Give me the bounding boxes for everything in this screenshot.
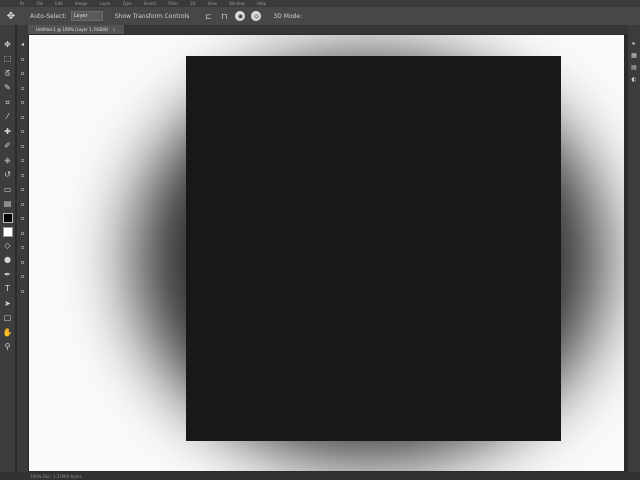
- tool-option-icon[interactable]: ▫: [19, 68, 27, 79]
- clone-stamp-tool-icon[interactable]: ⎈: [2, 155, 14, 166]
- dodge-tool-icon[interactable]: ●: [2, 255, 14, 266]
- menu-view[interactable]: View: [208, 1, 218, 6]
- close-icon[interactable]: ×: [112, 27, 115, 32]
- document-title: Untitled-1 @ 100% (Layer 1, RGB/8): [36, 27, 109, 32]
- marquee-tool-icon[interactable]: ⬚: [2, 54, 14, 65]
- status-bar: 100% Doc: 1.37M/0 bytes: [0, 472, 640, 480]
- auto-select-dropdown[interactable]: Layer: [70, 11, 103, 21]
- black-square-layer: [186, 56, 561, 441]
- tool-option-icon[interactable]: ▫: [19, 228, 27, 239]
- document-canvas[interactable]: [29, 35, 624, 471]
- tool-option-icon[interactable]: ◂: [19, 39, 27, 50]
- path-selection-tool-icon[interactable]: ➤: [2, 298, 14, 309]
- tool-option-icon[interactable]: ▫: [19, 83, 27, 94]
- move-tool-icon[interactable]: ✥: [4, 9, 18, 23]
- tool-option-icon[interactable]: ▫: [19, 213, 27, 224]
- pen-tool-icon[interactable]: ✒: [2, 269, 14, 280]
- menu-3d[interactable]: 3D: [190, 1, 196, 6]
- tool-option-icon[interactable]: ▫: [19, 257, 27, 268]
- align-right-icon[interactable]: ◉: [235, 11, 246, 21]
- type-tool-icon[interactable]: T: [2, 284, 14, 295]
- tools-panel: ✥ ⬚ ᘔ ✎ ⌗ ⁄ ✚ ✐ ⎈ ↺ ▭ ▤ ◇ ● ✒ T ➤ ▢ ✋ ⚲: [0, 25, 16, 472]
- menu-filter[interactable]: Filter: [168, 1, 178, 6]
- eraser-tool-icon[interactable]: ▭: [2, 184, 14, 195]
- gradient-tool-icon[interactable]: ▤: [2, 199, 14, 210]
- tool-option-icon[interactable]: ▫: [19, 155, 27, 166]
- tool-options-column: ◂ ▫ ▫ ▫ ▫ ▫ ▫ ▫ ▫ ▫ ▫ ▫ ▫ ▫ ▫ ▫ ▫ ▫: [17, 25, 28, 472]
- tool-option-icon[interactable]: ▫: [19, 126, 27, 137]
- tool-option-icon[interactable]: ▫: [19, 170, 27, 181]
- tool-option-icon[interactable]: ▫: [19, 242, 27, 253]
- brush-tool-icon[interactable]: ✐: [2, 141, 14, 152]
- document-tab[interactable]: Untitled-1 @ 100% (Layer 1, RGB/8) ×: [28, 25, 124, 34]
- status-text: 100% Doc: 1.37M/0 bytes: [30, 473, 82, 479]
- tool-option-icon[interactable]: ▫: [19, 271, 27, 282]
- menu-window[interactable]: Window: [229, 1, 245, 6]
- adjustments-icon[interactable]: ◐: [630, 75, 638, 83]
- menu-image[interactable]: Image: [75, 1, 88, 6]
- tool-option-icon[interactable]: ▫: [19, 141, 27, 152]
- menu-file[interactable]: File: [36, 1, 43, 6]
- lasso-tool-icon[interactable]: ᘔ: [2, 68, 14, 79]
- options-bar: ✥ Auto-Select: Layer Show Transform Cont…: [0, 7, 640, 25]
- auto-select-label: Auto-Select:: [30, 12, 67, 20]
- align-center-icon[interactable]: ⊓: [219, 11, 229, 21]
- foreground-color-swatch[interactable]: [2, 213, 13, 223]
- photoshop-window: Ps File Edit Image Layer Type Select Fil…: [0, 0, 640, 480]
- distribute-icon[interactable]: ◎: [251, 11, 262, 21]
- history-icon[interactable]: ▦: [630, 51, 638, 59]
- menu-type[interactable]: Type: [123, 1, 132, 6]
- menu-edit[interactable]: Edit: [55, 1, 63, 6]
- healing-brush-tool-icon[interactable]: ✚: [2, 126, 14, 137]
- menu-bar: Ps File Edit Image Layer Type Select Fil…: [0, 0, 640, 7]
- tool-option-icon[interactable]: ▫: [19, 54, 27, 65]
- menu-select[interactable]: Select: [144, 1, 156, 6]
- tool-option-icon[interactable]: ▫: [19, 199, 27, 210]
- tool-option-icon[interactable]: ▫: [19, 286, 27, 297]
- panel-collapse-icon[interactable]: ▸: [630, 39, 638, 47]
- tool-option-icon[interactable]: ▫: [19, 112, 27, 123]
- shape-tool-icon[interactable]: ▢: [2, 313, 14, 324]
- menu-ps[interactable]: Ps: [20, 1, 24, 6]
- quick-select-tool-icon[interactable]: ✎: [2, 83, 14, 94]
- zoom-tool-icon[interactable]: ⚲: [2, 342, 14, 353]
- 3d-mode-label: 3D Mode:: [273, 12, 303, 20]
- tool-option-icon[interactable]: ▫: [19, 97, 27, 108]
- hand-tool-icon[interactable]: ✋: [2, 327, 14, 338]
- move-tool-icon[interactable]: ✥: [2, 39, 14, 50]
- tool-option-icon[interactable]: ▫: [19, 184, 27, 195]
- right-panel-dock: ▸ ▦ ▤ ◐: [628, 25, 640, 472]
- align-left-icon[interactable]: ⊏: [203, 11, 213, 21]
- blur-tool-icon[interactable]: ◇: [2, 240, 14, 251]
- properties-icon[interactable]: ▤: [630, 63, 638, 71]
- eyedropper-tool-icon[interactable]: ⁄: [2, 112, 14, 123]
- menu-help[interactable]: Help: [257, 1, 266, 6]
- menu-layer[interactable]: Layer: [99, 1, 110, 6]
- document-tab-bar: Untitled-1 @ 100% (Layer 1, RGB/8) ×: [28, 25, 628, 34]
- transform-controls-label[interactable]: Show Transform Controls: [115, 13, 190, 20]
- history-brush-tool-icon[interactable]: ↺: [2, 170, 14, 181]
- background-color-swatch[interactable]: [2, 226, 13, 237]
- crop-tool-icon[interactable]: ⌗: [2, 97, 14, 108]
